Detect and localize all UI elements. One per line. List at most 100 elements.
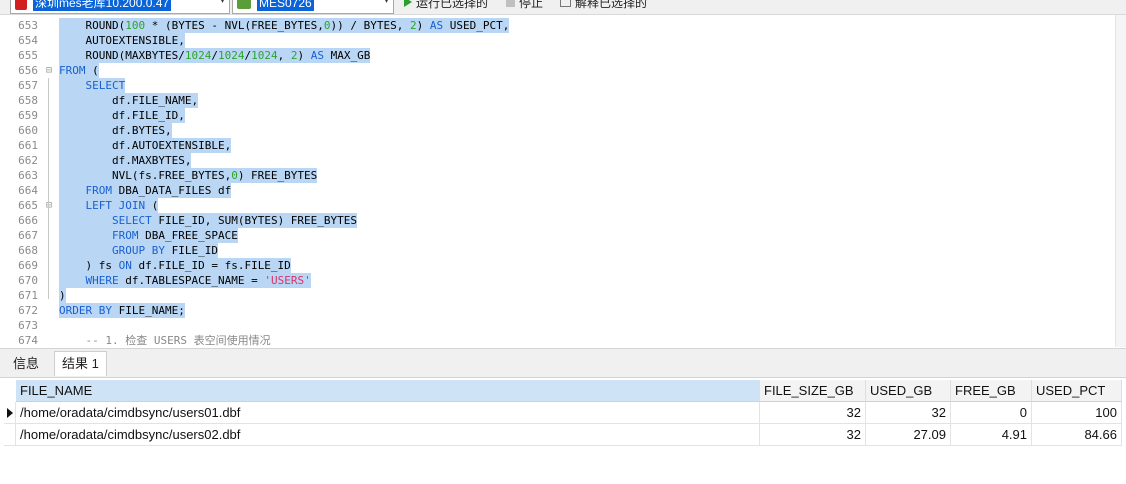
line-number: 659 [18, 109, 38, 122]
explain-icon [560, 0, 571, 7]
code-line[interactable]: 662 df.MAXBYTES, [0, 153, 1116, 168]
code-token: 100 [125, 19, 146, 32]
code-line[interactable]: 664 FROM DBA_DATA_FILES df [0, 183, 1116, 198]
explain-selected-button[interactable]: 解释已选择的 [560, 0, 647, 11]
code-line[interactable]: 657 SELECT [0, 78, 1116, 93]
code-line[interactable]: 674 -- 1. 检查 USERS 表空间使用情况 [0, 333, 1116, 347]
code-line[interactable]: 654 AUTOEXTENSIBLE, [0, 33, 1116, 48]
code-token: ON [118, 259, 132, 272]
code-text: ROUND(100 * (BYTES - NVL(FREE_BYTES,0)) … [59, 18, 510, 33]
code-token: , [277, 49, 291, 62]
code-text: df.FILE_NAME, [59, 93, 199, 108]
editor-vertical-scrollbar[interactable] [1115, 15, 1126, 347]
code-token: NVL(fs.FREE_BYTES, [59, 169, 232, 182]
code-line[interactable]: 659 df.FILE_ID, [0, 108, 1116, 123]
line-number: 662 [18, 154, 38, 167]
code-token: FILE_NAME; [111, 304, 185, 317]
line-number: 667 [18, 229, 38, 242]
database-select[interactable]: MES0726 ▾ [232, 0, 394, 14]
cell-used-pct[interactable]: 100 [1032, 402, 1122, 424]
chevron-down-icon: ▾ [219, 0, 225, 6]
run-selected-button[interactable]: 运行已选择的 [404, 0, 488, 11]
column-header-used-pct[interactable]: USED_PCT [1032, 380, 1122, 402]
tab-result-1[interactable]: 结果 1 [54, 351, 107, 376]
cell-file-size-gb[interactable]: 32 [760, 424, 866, 446]
code-line[interactable]: 655 ROUND(MAXBYTES/1024/1024/1024, 2) AS… [0, 48, 1116, 63]
column-header-free-gb[interactable]: FREE_GB [951, 380, 1032, 402]
fold-gutter [44, 288, 54, 303]
code-token: LEFT JOIN [85, 199, 146, 212]
line-number: 655 [18, 49, 38, 62]
explain-selected-label: 解释已选择的 [575, 0, 648, 10]
fold-gutter [44, 303, 54, 318]
code-line[interactable]: 668 GROUP BY FILE_ID [0, 243, 1116, 258]
table-row[interactable]: /home/oradata/cimdbsync/users01.dbf 32 3… [4, 402, 1122, 424]
code-text: SELECT [59, 78, 126, 93]
code-line[interactable]: 663 NVL(fs.FREE_BYTES,0) FREE_BYTES [0, 168, 1116, 183]
line-number: 671 [18, 289, 38, 302]
connection-select[interactable]: 深圳mes老库10.200.0.47 ▾ [10, 0, 230, 14]
code-line[interactable]: 669 ) fs ON df.FILE_ID = fs.FILE_ID [0, 258, 1116, 273]
cell-free-gb[interactable]: 4.91 [951, 424, 1032, 446]
database-icon [237, 0, 251, 9]
code-line[interactable]: 653 ROUND(100 * (BYTES - NVL(FREE_BYTES,… [0, 18, 1116, 33]
code-token: ( [145, 199, 159, 212]
code-line[interactable]: 666 SELECT FILE_ID, SUM(BYTES) FREE_BYTE… [0, 213, 1116, 228]
code-line[interactable]: 667 FROM DBA_FREE_SPACE [0, 228, 1116, 243]
code-token: df.MAXBYTES, [59, 154, 192, 167]
code-token: GROUP BY [111, 244, 165, 257]
code-token: ORDER BY [59, 304, 112, 317]
tab-info[interactable]: 信息 [6, 352, 46, 376]
column-header-file-name[interactable]: FILE_NAME [16, 380, 760, 402]
line-number: 668 [18, 244, 38, 257]
chevron-down-icon: ▾ [383, 0, 389, 6]
code-line[interactable]: 660 df.BYTES, [0, 123, 1116, 138]
code-line[interactable]: 656 ⊟ FROM ( [0, 63, 1116, 78]
code-token: df.FILE_NAME, [59, 94, 199, 107]
line-number: 658 [18, 94, 38, 107]
fold-gutter [44, 33, 54, 48]
column-header-file-size-gb[interactable]: FILE_SIZE_GB [760, 380, 866, 402]
code-line[interactable]: 661 df.AUTOEXTENSIBLE, [0, 138, 1116, 153]
code-token: SELECT [111, 214, 152, 227]
cell-file-name[interactable]: /home/oradata/cimdbsync/users01.dbf [16, 402, 760, 424]
code-token: 1024 [184, 49, 212, 62]
line-number: 670 [18, 274, 38, 287]
code-line[interactable]: 670 WHERE df.TABLESPACE_NAME = 'USERS' [0, 273, 1116, 288]
code-line[interactable]: 671) [0, 288, 1116, 303]
cell-file-name[interactable]: /home/oradata/cimdbsync/users02.dbf [16, 424, 760, 446]
code-token: 1024 [217, 49, 245, 62]
cell-used-gb[interactable]: 27.09 [866, 424, 951, 446]
code-token: / [211, 49, 218, 62]
cell-file-size-gb[interactable]: 32 [760, 402, 866, 424]
database-connection-icon [15, 0, 27, 10]
cell-used-gb[interactable]: 32 [866, 402, 951, 424]
stop-button[interactable]: 停止 [506, 0, 543, 11]
table-row[interactable]: /home/oradata/cimdbsync/users02.dbf 32 2… [4, 424, 1122, 446]
code-token: 1024 [251, 49, 278, 62]
toolbar: 深圳mes老库10.200.0.47 ▾ MES0726 ▾ 运行已选择的 停止… [0, 0, 1126, 15]
code-line[interactable]: 672 ORDER BY FILE_NAME; [0, 303, 1116, 318]
column-header-used-gb[interactable]: USED_GB [866, 380, 951, 402]
fold-gutter [44, 258, 54, 273]
code-text: -- 1. 检查 USERS 表空间使用情况 [59, 333, 270, 347]
line-number: 664 [18, 184, 38, 197]
code-text: df.FILE_ID, [59, 108, 185, 123]
fold-toggle-icon[interactable]: ⊟ [44, 63, 54, 78]
code-token: ROUND(MAXBYTES/ [59, 49, 185, 62]
code-line[interactable]: 665 ⊟ LEFT JOIN ( [0, 198, 1116, 213]
code-line[interactable]: 673 [0, 318, 1116, 333]
code-line[interactable]: 658 df.FILE_NAME, [0, 93, 1116, 108]
fold-toggle-icon[interactable]: ⊟ [44, 198, 54, 213]
cell-used-pct[interactable]: 84.66 [1032, 424, 1122, 446]
sql-editor[interactable]: 653 ROUND(100 * (BYTES - NVL(FREE_BYTES,… [0, 15, 1126, 347]
line-number: 657 [18, 79, 38, 92]
cell-free-gb[interactable]: 0 [951, 402, 1032, 424]
fold-gutter [44, 333, 54, 347]
code-token: AS [310, 49, 324, 62]
code-token: ) FREE_BYTES [237, 169, 318, 182]
line-number: 653 [18, 19, 38, 32]
run-selected-label: 运行已选择的 [416, 0, 489, 10]
